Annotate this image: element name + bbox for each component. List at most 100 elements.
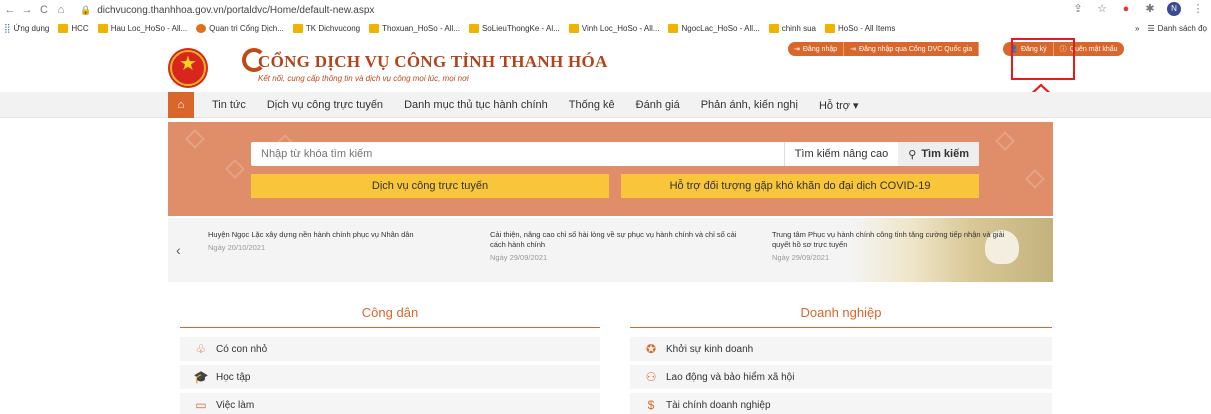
share-icon[interactable]: ⇪ xyxy=(1071,2,1085,16)
citizen-item-child[interactable]: ♧ Có con nhỏ xyxy=(180,337,600,361)
bookmark-label: Hau Loc_HoSo - All... xyxy=(110,23,188,33)
bookmark-item[interactable]: Thoxuan_HoSo - All... xyxy=(369,23,460,33)
login-icon: ⇥ xyxy=(794,46,800,53)
news-date: Ngày 29/09/2021 xyxy=(490,253,548,262)
bookmark-label: Quan tri Cổng Dịch... xyxy=(209,23,284,33)
menu-icon[interactable]: ⋮ xyxy=(1191,2,1205,16)
forgot-password-label: Quên mật khẩu xyxy=(1069,45,1118,53)
business-item-startup[interactable]: ✪ Khởi sự kinh doanh xyxy=(630,337,1052,361)
star-icon[interactable]: ☆ xyxy=(1095,2,1109,16)
bookmarks-bar: ⣿ Ứng dụng HCC Hau Loc_HoSo - All... Qua… xyxy=(0,20,1211,36)
online-services-button[interactable]: Dịch vụ công trực tuyến xyxy=(251,174,609,198)
divider xyxy=(180,327,600,328)
folder-icon xyxy=(768,23,779,33)
news-date: Ngày 29/09/2021 xyxy=(772,253,830,262)
chevron-left-icon[interactable]: ‹ xyxy=(176,242,181,258)
bookmark-label: chinh sua xyxy=(781,23,816,33)
citizen-item-study[interactable]: 🎓 Học tập xyxy=(180,365,600,389)
site-subtitle: Kết nối, cung cấp thông tin và dịch vụ c… xyxy=(258,74,469,83)
bookmark-label: HCC xyxy=(71,23,89,33)
business-section-title: Doanh nghiệp xyxy=(800,305,882,320)
bookmark-item[interactable]: TK Dichvucong xyxy=(292,23,361,33)
advanced-search-link[interactable]: Tìm kiếm nâng cao xyxy=(783,142,899,166)
list-item-label: Có con nhỏ xyxy=(216,343,268,355)
bookmark-item[interactable]: chinh sua xyxy=(768,23,816,33)
bookmark-item[interactable]: HCC xyxy=(58,23,89,33)
bookmark-item[interactable]: Vinh Loc_HoSo - All... xyxy=(568,23,659,33)
reading-list-button[interactable]: ☰ Danh sách đọ xyxy=(1147,24,1207,33)
site-title[interactable]: CỔNG DỊCH VỤ CÔNG TỈNH THANH HÓA xyxy=(258,52,608,72)
covid-support-button[interactable]: Hỗ trợ đối tượng gặp khó khăn do đại dịc… xyxy=(621,174,979,198)
dollar-icon: $ xyxy=(647,398,655,412)
bookmark-item[interactable]: Quan tri Cổng Dịch... xyxy=(196,23,284,33)
national-login-label: Đăng nhập qua Cổng DVC Quốc gia xyxy=(859,45,973,53)
reload-icon[interactable]: C xyxy=(37,4,51,16)
bookmark-apps[interactable]: ⣿ Ứng dụng xyxy=(4,23,49,34)
bookmark-label: SoLieuThongKe - Al... xyxy=(481,23,560,33)
register-highlight-box xyxy=(1011,38,1075,80)
nav-item-statistics[interactable]: Thống kê xyxy=(569,99,615,111)
nav-item-news[interactable]: Tin tức xyxy=(212,99,246,111)
briefcase-icon: ▭ xyxy=(195,398,207,412)
reading-list-icon: ☰ xyxy=(1147,23,1155,33)
news-title[interactable]: Cải thiện, nâng cao chỉ số hài lòng về s… xyxy=(490,230,740,250)
lock-icon: 🔒 xyxy=(80,4,92,15)
list-item-label: Học tập xyxy=(216,371,251,383)
news-item[interactable]: Huyện Ngọc Lặc xây dựng nền hành chính p… xyxy=(208,230,468,252)
nav-item-evaluation[interactable]: Đánh giá xyxy=(636,99,680,111)
bookmark-label: TK Dichvucong xyxy=(305,23,361,33)
nav-item-feedback[interactable]: Phản ánh, kiến nghị xyxy=(701,99,798,111)
address-bar[interactable]: 🔒 dichvucong.thanhhoa.gov.vn/portaldvc/H… xyxy=(80,5,374,16)
baby-icon: ♧ xyxy=(195,342,207,356)
citizen-item-employment[interactable]: ▭ Việc làm xyxy=(180,393,600,414)
bookmark-item[interactable]: NgocLac_HoSo - All... xyxy=(668,23,760,33)
search-button[interactable]: ⚲ Tìm kiếm xyxy=(898,142,979,166)
nav-item-online-services[interactable]: Dịch vụ công trực tuyến xyxy=(267,99,383,111)
bookmark-item[interactable]: HoSo - All Items xyxy=(824,23,896,33)
banner-pattern xyxy=(995,131,1015,151)
profile-avatar[interactable]: N xyxy=(1167,2,1181,16)
national-login-link[interactable]: ⇥ Đăng nhập qua Cổng DVC Quốc gia xyxy=(844,42,980,56)
home-icon[interactable]: ⌂ xyxy=(54,4,68,16)
search-bar: Tìm kiếm nâng cao ⚲ Tìm kiếm xyxy=(251,142,979,166)
business-item-labor[interactable]: ⚇ Lao động và bảo hiểm xã hội xyxy=(630,365,1052,389)
business-item-finance[interactable]: $ Tài chính doanh nghiệp xyxy=(630,393,1052,414)
bookmark-item[interactable]: Hau Loc_HoSo - All... xyxy=(97,23,188,33)
news-date: Ngày 20/10/2021 xyxy=(208,243,266,252)
login-link[interactable]: ⇥ Đăng nhập xyxy=(788,42,845,56)
people-icon: ⚇ xyxy=(645,370,657,384)
url-text: dichvucong.thanhhoa.gov.vn/portaldvc/Hom… xyxy=(97,4,375,16)
forward-icon[interactable]: → xyxy=(20,4,34,16)
divider xyxy=(630,327,1052,328)
puzzle-icon[interactable]: ✱ xyxy=(1143,2,1157,16)
folder-icon xyxy=(58,23,69,33)
citizen-section-title: Công dân xyxy=(361,305,419,320)
search-icon: ⚲ xyxy=(908,148,917,161)
list-item-label: Khởi sự kinh doanh xyxy=(666,343,754,355)
banner-pattern xyxy=(1025,169,1045,189)
site-favicon-icon xyxy=(196,23,207,33)
reading-list-label: Danh sách đọ xyxy=(1157,23,1207,33)
home-button[interactable]: ⌂ xyxy=(168,92,194,118)
list-item-label: Tài chính doanh nghiệp xyxy=(666,399,771,411)
folder-icon xyxy=(668,23,679,33)
nav-item-support[interactable]: Hỗ trợ ▾ xyxy=(819,99,859,112)
bookmarks-right: » ☰ Danh sách đọ xyxy=(1129,20,1207,36)
banner-pattern xyxy=(185,129,205,149)
news-item[interactable]: Trung tâm Phục vụ hành chính công tỉnh t… xyxy=(772,230,1022,262)
news-title[interactable]: Trung tâm Phục vụ hành chính công tỉnh t… xyxy=(772,230,1022,250)
national-emblem-logo[interactable]: ★ xyxy=(168,48,208,88)
search-input[interactable] xyxy=(251,142,784,166)
news-title[interactable]: Huyện Ngọc Lặc xây dựng nền hành chính p… xyxy=(208,230,468,240)
bookmark-label: HoSo - All Items xyxy=(837,23,896,33)
main-nav: Tin tức Dịch vụ công trực tuyến Danh mục… xyxy=(212,92,859,118)
bookmark-item[interactable]: SoLieuThongKe - Al... xyxy=(468,23,560,33)
extension-icon[interactable]: ● xyxy=(1119,2,1133,16)
login-icon: ⇥ xyxy=(850,46,857,53)
back-icon[interactable]: ← xyxy=(3,4,17,16)
star-icon: ★ xyxy=(179,53,197,75)
list-item-label: Lao động và bảo hiểm xã hội xyxy=(666,371,795,383)
nav-item-procedures[interactable]: Danh mục thủ tục hành chính xyxy=(404,99,548,111)
more-bookmarks-icon[interactable]: » xyxy=(1135,24,1139,33)
news-item[interactable]: Cải thiện, nâng cao chỉ số hài lòng về s… xyxy=(490,230,740,262)
